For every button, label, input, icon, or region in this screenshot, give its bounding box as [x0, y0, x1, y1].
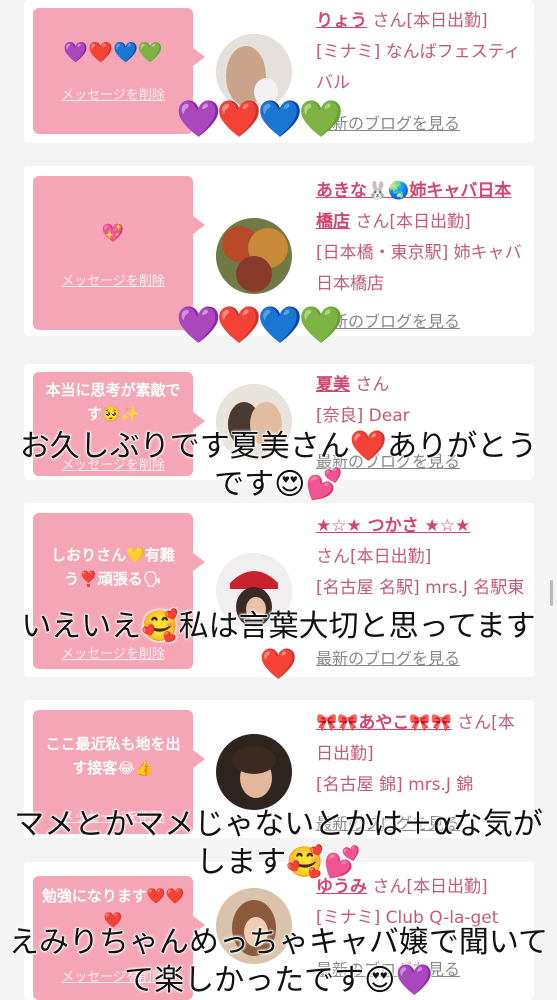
shop-name: [奈良] Dear [316, 406, 410, 426]
cast-info: 🎀🎀あやこ🎀🎀 さん[本日出勤] [名古屋 錦] mrs.J 錦 [316, 708, 528, 801]
message-text: 💜❤️💙💚 [63, 40, 163, 64]
shop-name: [日本橋・東京駅] 姉キャバ 日本橋店 [316, 243, 522, 294]
message-text: ここ最近私も地を出す接客😂👍 [45, 735, 181, 777]
delete-message-link[interactable]: メッセージを削除 [33, 84, 193, 108]
avatar-photo [216, 734, 292, 810]
message-text: 本当に思考が素敵です🥺✨ [45, 381, 181, 423]
message-text: 💖 [101, 223, 125, 244]
shop-name: [名古屋 錦] mrs.J 錦 [316, 775, 474, 795]
shop-name: [ミナミ] なんばフェスティバル [316, 42, 521, 93]
overlay-caption: いえいえ🥰私は言葉大切と思ってます❤️ [21, 609, 536, 683]
message-text: しおりさん💛有難う❣️頑張る🗣 [51, 546, 175, 588]
cast-name-link[interactable]: 夏美 [316, 375, 350, 395]
delete-message-link[interactable]: メッセージを削除 [33, 270, 193, 294]
cast-name-link[interactable]: りょう [316, 11, 367, 31]
scrollbar[interactable] [550, 580, 553, 606]
cast-status: さん[本日出勤] [372, 11, 488, 31]
message-bubble: 💜❤️💙💚 メッセージを削除 [33, 8, 205, 134]
cast-name-link[interactable]: ★☆★ つかさ ★☆★ [316, 516, 470, 536]
cast-info: あきな🐰🌏姉キャバ日本橋店 さん[本日出勤] [日本橋・東京駅] 姉キャバ 日本… [316, 176, 528, 300]
cast-name-link[interactable]: 🎀🎀あやこ🎀🎀 [316, 713, 452, 733]
avatar-photo [216, 218, 292, 294]
overlay-caption: マメとかマメじゃないとかは＋αな気がします🥰💕 [14, 807, 544, 881]
cast-status: さん[本日出勤] [316, 547, 432, 567]
cast-info: 夏美 さん [奈良] Dear [316, 370, 528, 432]
avatar[interactable] [216, 218, 292, 294]
cast-info: ★☆★ つかさ ★☆★ さん[本日出勤] [名古屋 名駅] mrs.J 名駅東 [316, 511, 528, 604]
cast-status: さん[本日出勤] [355, 212, 471, 232]
avatar[interactable] [216, 734, 292, 810]
message-bubble: 💖 メッセージを削除 [33, 176, 205, 330]
heart-stickers: 💜❤️💙💚 [176, 305, 343, 346]
cast-info: りょう さん[本日出勤] [ミナミ] なんばフェスティバル [316, 6, 528, 99]
cast-status: さん [355, 375, 390, 395]
heart-stickers: 💜❤️💙💚 [176, 99, 343, 140]
overlay-caption: お久しぶりです夏美さん❤️ありがとうです😍💕 [19, 429, 538, 503]
shop-name: [名古屋 名駅] mrs.J 名駅東 [316, 578, 525, 598]
overlay-caption: えみりちゃんめっちゃキャバ嬢で聞いてて楽しかったです😍💜 [8, 925, 549, 999]
